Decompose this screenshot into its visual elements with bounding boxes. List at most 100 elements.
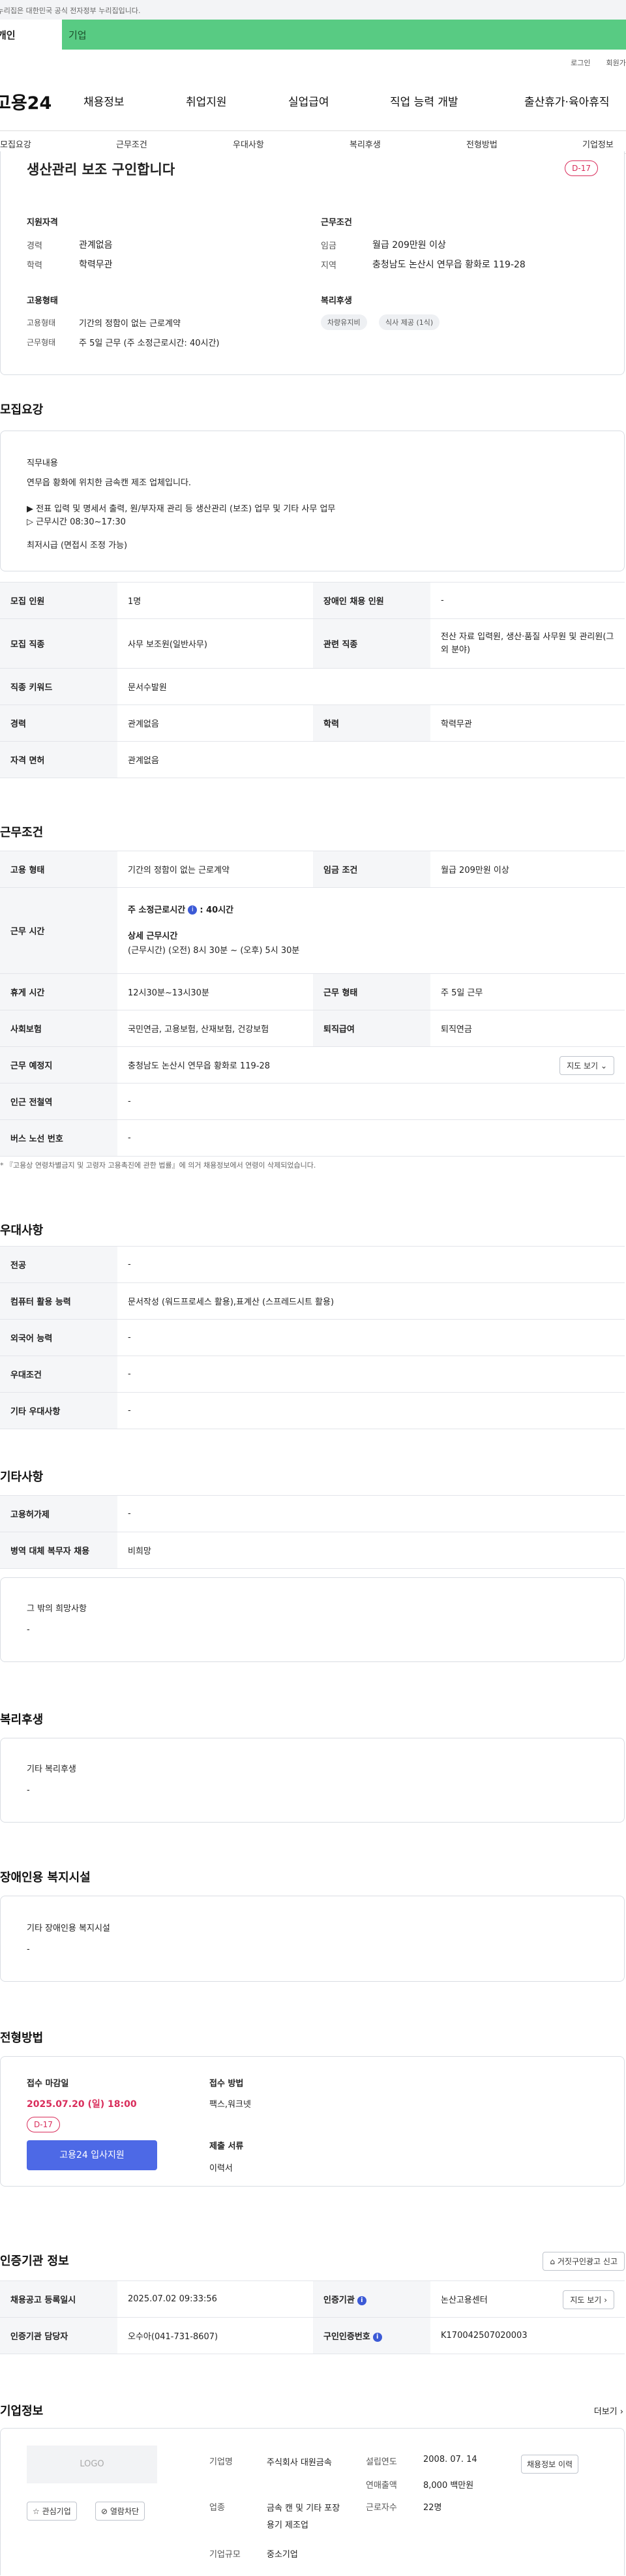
apply-button[interactable]: 고용24 입사지원 [27,2140,157,2170]
process-card: 접수 마감일 2025.07.20 (일) 18:00 D-17 고용24 입사… [0,2056,625,2187]
chevron-right-icon: › [604,2296,607,2305]
table-row: 고용허가제 - [0,1495,625,1532]
disabled-facility-value: - [27,1945,30,1954]
retirement-value: 퇴직연금 [430,1010,625,1047]
company-logo: LOGO [27,2446,157,2483]
more-link[interactable]: 더보기 › [594,2404,623,2417]
other-welfare-value: - [27,1785,30,1795]
more-label: 더보기 [593,2407,618,2417]
career-row-value: 관계없음 [117,705,313,742]
tab-personal[interactable]: 개인 [0,20,62,50]
employment-heading: 고용형태 [27,296,58,306]
cert-heading: 인증기관 정보 [0,2254,69,2268]
agency-map-button[interactable]: 지도 보기 › [563,2290,614,2309]
section-nav-pref[interactable]: 우대사항 [233,138,264,150]
employees-label: 근로자수 [366,2503,397,2513]
wage-value: 월급 209만원 이상 [372,240,446,250]
work-form-label: 근무형태 [27,338,56,347]
license-value: 관계없음 [117,741,625,778]
disabled-facility-heading: 기타 장애인용 복지시설 [27,1924,110,1933]
gnb-jobs[interactable]: 채용정보 [83,93,125,109]
other-welfare-heading: 기타 복리후생 [27,1765,76,1774]
table-row: 인증기관 담당자 오수아(041-731-8607) 구인인증번호 i K1700… [0,2317,625,2354]
info-icon[interactable]: i [372,2332,382,2342]
section-nav-welfare[interactable]: 복리후생 [350,138,381,150]
disabled-count-value: - [430,582,625,619]
work-permit-value: - [117,1495,625,1532]
recruit-count-label: 모집 인원 [0,582,117,619]
work-hours-label: 근무 시간 [0,887,117,974]
site-logo[interactable]: 고용24 [0,89,73,114]
welfare-heading: 복리후생 [321,296,352,306]
duty-line-3: ▷ 근무시간 08:30~17:30 [27,517,126,527]
subway-value: - [117,1083,625,1120]
industry-label: 업종 [209,2503,225,2513]
military-label: 병역 대체 복무자 채용 [0,1532,117,1569]
company-size-value: 중소기업 [267,2550,298,2560]
insurance-label: 사회보험 [0,1010,117,1047]
license-label: 자격 면허 [0,741,117,778]
gnb-vocational-training[interactable]: 직업 능력 개발 [390,93,458,109]
cert-number-value: K170042507020003 [430,2317,625,2354]
map-button[interactable]: 지도 보기 ⌄ [559,1056,614,1075]
section-nav-recruit[interactable]: 모집요강 [0,138,31,150]
work-form-row-value: 주 5일 근무 [430,973,625,1010]
section-nav-work[interactable]: 근무조건 [116,138,147,150]
welfare-card: 기타 복리후생 - [0,1738,625,1823]
posted-at-label: 채용공고 등록일시 [0,2281,117,2318]
hiring-history-button[interactable]: 채용정보 이력 [521,2455,579,2474]
docs-value: 이력서 [209,2164,233,2174]
gnb-parental-leave[interactable]: 출산휴가·육아휴직 [524,93,610,109]
employment-type-label: 고용형태 [27,318,56,327]
preference-value: - [117,1356,625,1393]
wish-heading: 그 밖의 희망사항 [27,1604,87,1614]
gnb-unemployment-benefit[interactable]: 실업급여 [288,93,329,109]
occupation-label: 모집 직종 [0,618,117,669]
wage-cond-value: 월급 209만원 이상 [430,851,625,888]
home-icon: ⌂ [550,2257,556,2266]
welfare-chip-car: 차량유지비 [321,314,367,330]
report-ad-button[interactable]: ⌂ 거짓구인광고 신고 [543,2252,625,2271]
company-name-label: 기업명 [209,2457,233,2467]
section-nav-process[interactable]: 전형방법 [466,138,498,150]
sales-label: 연매출액 [366,2481,397,2491]
work-hours-cell: 주 소정근로시간 i : 40시간 상세 근무시간 (근무시간) (오전) 8시 … [117,887,625,974]
age-note: * 『고용상 연령차별금지 및 고령자 고용촉진에 관한 법률』에 의거 채용정… [0,1161,316,1170]
method-heading: 접수 방법 [209,2079,244,2089]
chevron-down-icon: ⌄ [600,1061,607,1070]
signup-link[interactable]: 회원가입 [606,57,626,68]
wage-label: 임금 [321,241,336,251]
gov-banner-text: 이 누리집은 대한민국 공식 전자정부 누리집입니다. [0,7,141,15]
preference-label: 우대조건 [0,1356,117,1393]
agency-map-label: 지도 보기 [570,2296,602,2305]
cert-agency-value: 논산고용센터 [441,2296,488,2305]
disabled-card: 기타 장애인용 복지시설 - [0,1896,625,1982]
table-row: 컴퓨터 활용 능력 문서작성 (워드프로세스 활용),표계산 (스프레드시트 활용… [0,1282,625,1320]
tab-company[interactable]: 기업 [62,20,626,50]
favorite-company-button[interactable]: ☆ 관심기업 [27,2502,77,2521]
etc-heading: 기타사항 [0,1470,44,1484]
insurance-value: 국민연금, 고용보험, 산재보험, 건강보험 [117,1010,313,1047]
deadline-heading: 접수 마감일 [27,2079,69,2089]
sales-value: 8,000 백만원 [423,2481,474,2491]
info-icon[interactable]: i [357,2296,366,2305]
major-label: 전공 [0,1246,117,1283]
login-link[interactable]: 로그인 [571,57,590,68]
cert-agency-label-cell: 인증기관 i [313,2281,430,2318]
computer-value: 문서작성 (워드프로세스 활용),표계산 (스프레드시트 활용) [117,1282,625,1320]
education-row-label: 학력 [313,705,430,742]
section-nav-company[interactable]: 기업정보 [582,138,614,150]
gnb-employment-support[interactable]: 취업지원 [186,93,227,109]
star-icon: ☆ [33,2507,40,2516]
block-view-button[interactable]: ⊘ 열람차단 [95,2502,145,2521]
table-row: 외국어 능력 - [0,1319,625,1356]
area-value: 충청남도 논산시 연무읍 황화로 119-28 [372,260,526,270]
favorite-label: 관심기업 [42,2507,71,2516]
wish-card: 그 밖의 희망사항 - [0,1577,625,1662]
career-label: 경력 [27,241,42,251]
table-row: 경력 관계없음 학력 학력무관 [0,705,625,742]
work-form-value: 주 5일 근무 (주 소정근로시간: 40시간) [79,339,220,348]
info-icon[interactable]: i [188,905,198,915]
deadline-value: 2025.07.20 (일) 18:00 [27,2099,137,2110]
block-icon: ⊘ [101,2507,108,2516]
